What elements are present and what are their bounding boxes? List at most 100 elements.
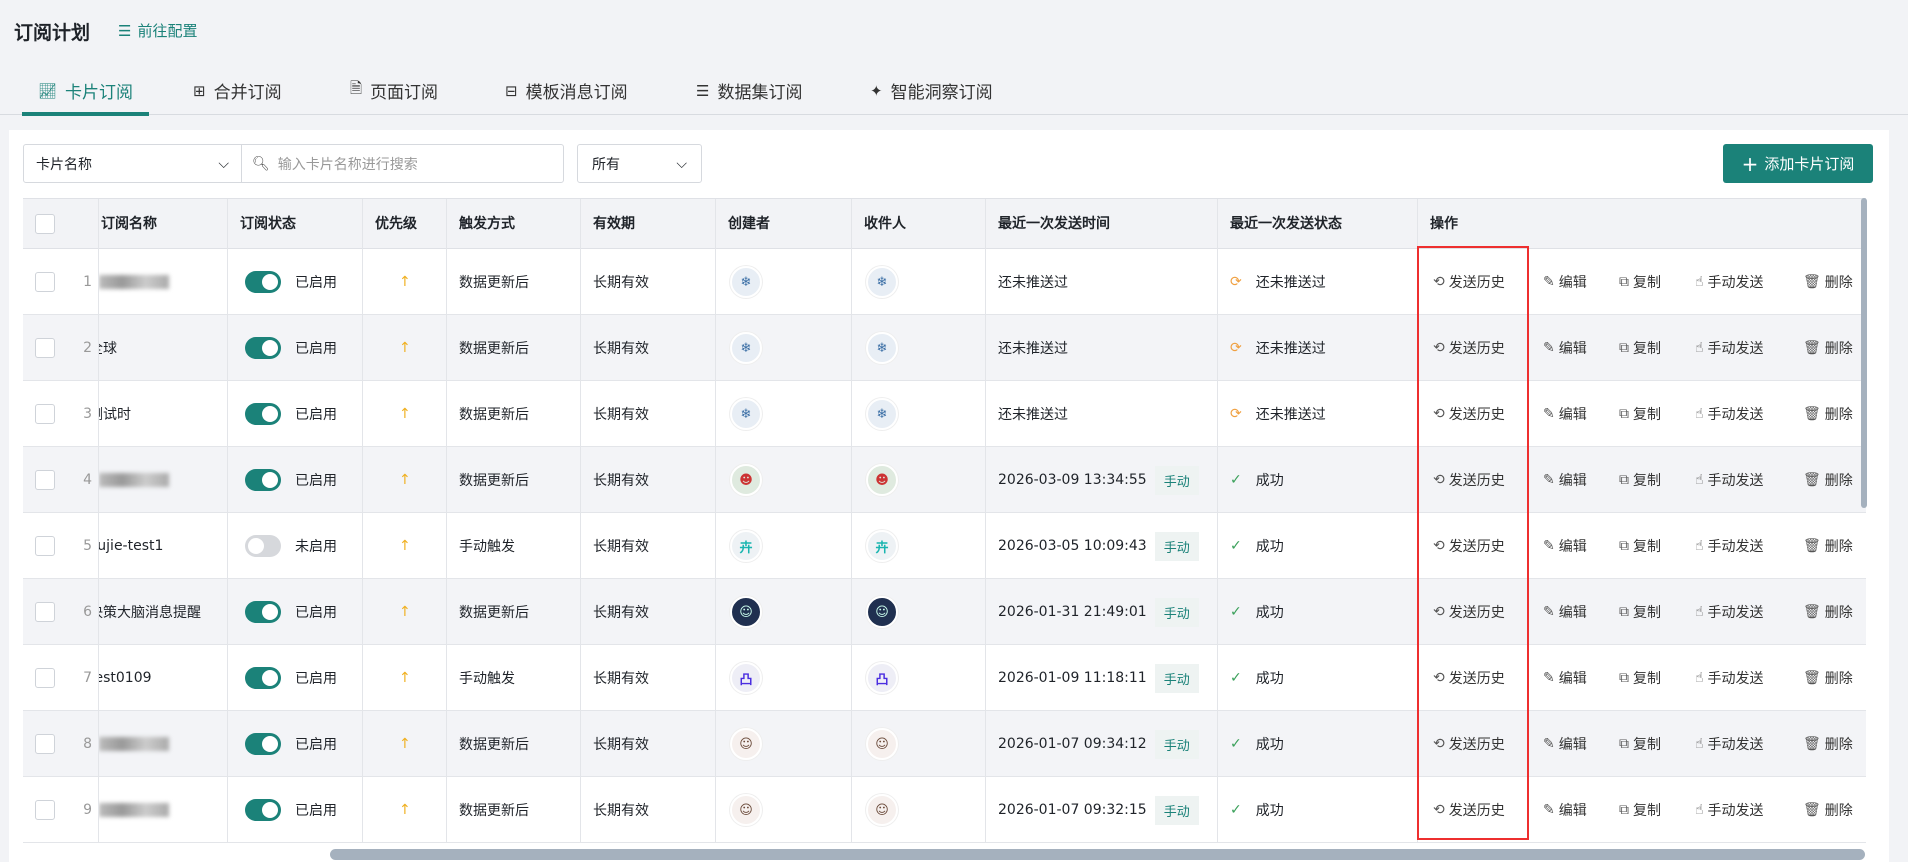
- enable-toggle[interactable]: [245, 535, 281, 557]
- action-copy[interactable]: ⧉ 复制: [1619, 249, 1661, 315]
- recipient-avatar[interactable]: 凸: [866, 662, 898, 694]
- vertical-scrollbar[interactable]: [1861, 198, 1867, 508]
- action-edit[interactable]: ✎ 编辑: [1543, 249, 1587, 315]
- search-input[interactable]: 🔍︎ 输入卡片名称进行搜索: [241, 144, 564, 183]
- action-hand-pointer[interactable]: ☝ 手动发送: [1695, 249, 1764, 315]
- field-select[interactable]: 卡片名称 ⌵: [23, 144, 242, 183]
- enable-toggle[interactable]: [245, 337, 281, 359]
- subscription-name[interactable]: xujie-test1: [99, 538, 163, 554]
- action-edit[interactable]: ✎ 编辑: [1543, 513, 1587, 579]
- recipient-avatar[interactable]: ☺: [866, 794, 898, 826]
- action-hand-pointer[interactable]: ☝ 手动发送: [1695, 381, 1764, 447]
- action-trash[interactable]: 🗑︎ 删除: [1803, 777, 1853, 843]
- row-checkbox[interactable]: [35, 470, 55, 490]
- action-hand-pointer[interactable]: ☝ 手动发送: [1695, 645, 1764, 711]
- subscription-name[interactable]: test0109: [99, 670, 152, 686]
- action-edit[interactable]: ✎ 编辑: [1543, 645, 1587, 711]
- name-cell[interactable]: 决策大脑消息提醒: [98, 579, 227, 645]
- row-checkbox[interactable]: [35, 800, 55, 820]
- enable-toggle[interactable]: [245, 469, 281, 491]
- action-trash[interactable]: 🗑︎ 删除: [1803, 249, 1853, 315]
- recipient-avatar[interactable]: ☺: [866, 728, 898, 760]
- action-edit[interactable]: ✎ 编辑: [1543, 381, 1587, 447]
- row-checkbox[interactable]: [35, 668, 55, 688]
- name-cell[interactable]: 全球: [98, 315, 227, 381]
- creator-avatar[interactable]: ☻: [730, 464, 762, 496]
- tab-3[interactable]: ⊟ 模板消息订阅: [505, 78, 628, 104]
- enable-toggle[interactable]: [245, 799, 281, 821]
- enable-toggle[interactable]: [245, 403, 281, 425]
- action-edit[interactable]: ✎ 编辑: [1543, 447, 1587, 513]
- name-cell[interactable]: 测试时: [98, 381, 227, 447]
- select-all-checkbox[interactable]: [35, 214, 55, 234]
- action-edit[interactable]: ✎ 编辑: [1543, 711, 1587, 777]
- name-cell[interactable]: [98, 447, 227, 513]
- enable-toggle[interactable]: [245, 733, 281, 755]
- creator-avatar[interactable]: 卉: [730, 530, 762, 562]
- creator-avatar[interactable]: ☺: [730, 794, 762, 826]
- enable-toggle[interactable]: [245, 601, 281, 623]
- recipient-avatar[interactable]: ☺: [866, 596, 898, 628]
- action-hand-pointer[interactable]: ☝ 手动发送: [1695, 777, 1764, 843]
- enable-toggle[interactable]: [245, 271, 281, 293]
- action-trash[interactable]: 🗑︎ 删除: [1803, 579, 1853, 645]
- recipient-avatar[interactable]: ❄: [866, 398, 898, 430]
- recipient-avatar[interactable]: ❄: [866, 266, 898, 298]
- subscription-name[interactable]: 决策大脑消息提醒: [99, 602, 201, 622]
- row-checkbox[interactable]: [35, 404, 55, 424]
- action-trash[interactable]: 🗑︎ 删除: [1803, 315, 1853, 381]
- action-copy[interactable]: ⧉ 复制: [1619, 579, 1661, 645]
- horizontal-scrollbar[interactable]: [330, 849, 1865, 860]
- add-card-subscription-button[interactable]: + 添加卡片订阅: [1723, 144, 1873, 183]
- recipient-avatar[interactable]: 卉: [866, 530, 898, 562]
- row-checkbox[interactable]: [35, 536, 55, 556]
- creator-avatar[interactable]: ☺: [730, 596, 762, 628]
- name-cell[interactable]: xujie-test1: [98, 513, 227, 579]
- name-cell[interactable]: test0109: [98, 645, 227, 711]
- action-trash[interactable]: 🗑︎ 删除: [1803, 645, 1853, 711]
- action-copy[interactable]: ⧉ 复制: [1619, 315, 1661, 381]
- action-edit[interactable]: ✎ 编辑: [1543, 315, 1587, 381]
- action-copy[interactable]: ⧉ 复制: [1619, 711, 1661, 777]
- action-copy[interactable]: ⧉ 复制: [1619, 513, 1661, 579]
- action-hand-pointer[interactable]: ☝ 手动发送: [1695, 315, 1764, 381]
- creator-avatar[interactable]: ❄: [730, 398, 762, 430]
- action-hand-pointer[interactable]: ☝ 手动发送: [1695, 513, 1764, 579]
- name-cell[interactable]: [98, 711, 227, 777]
- row-checkbox[interactable]: [35, 602, 55, 622]
- creator-avatar[interactable]: ❄: [730, 266, 762, 298]
- subscription-name[interactable]: 测试时: [99, 404, 131, 424]
- action-copy[interactable]: ⧉ 复制: [1619, 777, 1661, 843]
- action-hand-pointer[interactable]: ☝ 手动发送: [1695, 711, 1764, 777]
- action-trash[interactable]: 🗑︎ 删除: [1803, 381, 1853, 447]
- status-select[interactable]: 所有 ⌵: [577, 144, 702, 183]
- action-copy[interactable]: ⧉ 复制: [1619, 645, 1661, 711]
- tab-1[interactable]: ⊞ 合并订阅: [193, 78, 282, 104]
- name-cell[interactable]: [98, 249, 227, 315]
- row-checkbox[interactable]: [35, 338, 55, 358]
- tab-2[interactable]: 🗎 页面订阅: [350, 78, 438, 103]
- creator-avatar[interactable]: ☺: [730, 728, 762, 760]
- subscription-name[interactable]: 全球: [99, 338, 117, 358]
- action-hand-pointer[interactable]: ☝ 手动发送: [1695, 579, 1764, 645]
- enable-toggle[interactable]: [245, 667, 281, 689]
- recipient-avatar[interactable]: ☻: [866, 464, 898, 496]
- row-checkbox[interactable]: [35, 734, 55, 754]
- action-trash[interactable]: 🗑︎ 删除: [1803, 711, 1853, 777]
- action-copy[interactable]: ⧉ 复制: [1619, 447, 1661, 513]
- action-trash[interactable]: 🗑︎ 删除: [1803, 513, 1853, 579]
- action-copy[interactable]: ⧉ 复制: [1619, 381, 1661, 447]
- action-edit[interactable]: ✎ 编辑: [1543, 579, 1587, 645]
- action-edit[interactable]: ✎ 编辑: [1543, 777, 1587, 843]
- creator-avatar[interactable]: ❄: [730, 332, 762, 364]
- action-trash[interactable]: 🗑︎ 删除: [1803, 447, 1853, 513]
- tab-5[interactable]: ✦ 智能洞察订阅: [870, 78, 993, 104]
- name-cell[interactable]: [98, 777, 227, 843]
- creator-avatar[interactable]: 凸: [730, 662, 762, 694]
- go-to-config-link[interactable]: ☰ 前往配置: [118, 20, 197, 41]
- recipient-avatar[interactable]: ❄: [866, 332, 898, 364]
- row-checkbox[interactable]: [35, 272, 55, 292]
- tab-4[interactable]: ☰ 数据集订阅: [696, 78, 802, 104]
- tab-0[interactable]: 📈︎ 卡片订阅: [21, 78, 150, 116]
- action-hand-pointer[interactable]: ☝ 手动发送: [1695, 447, 1764, 513]
